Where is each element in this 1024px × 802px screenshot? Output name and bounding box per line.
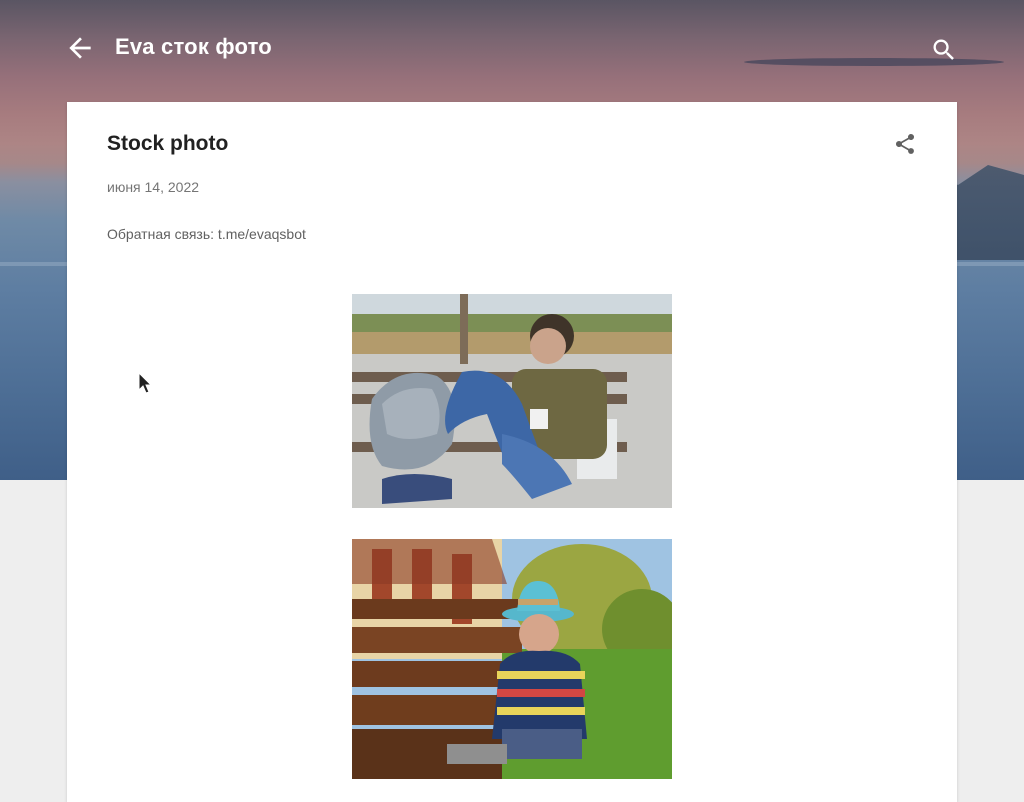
search-icon	[933, 39, 954, 60]
boy-with-hat-photo[interactable]	[352, 539, 672, 779]
site-title[interactable]: Eva сток фото	[115, 34, 272, 60]
post-title[interactable]: Stock photo	[107, 132, 228, 156]
post-card: Stock photo июня 14, 2022 Обратная связь…	[67, 102, 957, 802]
feedback-text: Обратная связь: t.me/evaqsbot	[107, 226, 306, 242]
arrow-left-icon	[69, 37, 91, 59]
post-date[interactable]: июня 14, 2022	[107, 179, 199, 195]
boy-on-bench-photo[interactable]	[352, 294, 672, 508]
share-button[interactable]	[893, 132, 917, 156]
top-bar: Eva сток фото	[0, 0, 1024, 100]
search-button[interactable]	[930, 36, 958, 64]
back-button[interactable]	[64, 32, 96, 64]
share-icon	[896, 133, 915, 154]
mouse-cursor-icon	[138, 371, 153, 394]
